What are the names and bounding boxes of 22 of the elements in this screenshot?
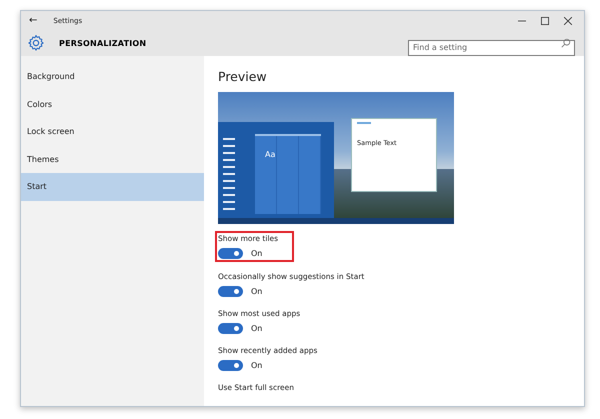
page-title: PERSONALIZATION: [59, 38, 146, 48]
toggle-switch[interactable]: [218, 360, 243, 371]
toggle-state: On: [251, 287, 262, 296]
toggle-state: On: [251, 324, 262, 333]
sidebar-item[interactable]: Background: [21, 63, 204, 90]
sidebar-item[interactable]: Start: [21, 173, 204, 200]
section-heading: Preview: [218, 69, 268, 84]
toggle-switch[interactable]: [218, 323, 243, 334]
back-button[interactable]: ←: [29, 15, 38, 26]
maximize-icon[interactable]: [541, 16, 549, 24]
toggle-state: On: [251, 249, 262, 258]
tile-text: Aa: [265, 150, 276, 159]
sidebar-item[interactable]: Colors: [21, 90, 204, 118]
search-field[interactable]: Find a setting: [408, 40, 575, 56]
sidebar-item[interactable]: Themes: [21, 146, 204, 173]
toggle-state: On: [251, 361, 262, 370]
close-icon[interactable]: [564, 16, 572, 24]
settings-icon: [27, 34, 45, 52]
search-icon: [561, 38, 571, 48]
toggle-switch[interactable]: [218, 248, 243, 259]
sidebar-item[interactable]: Lock screen: [21, 118, 204, 146]
toggle-switch[interactable]: [218, 286, 243, 297]
